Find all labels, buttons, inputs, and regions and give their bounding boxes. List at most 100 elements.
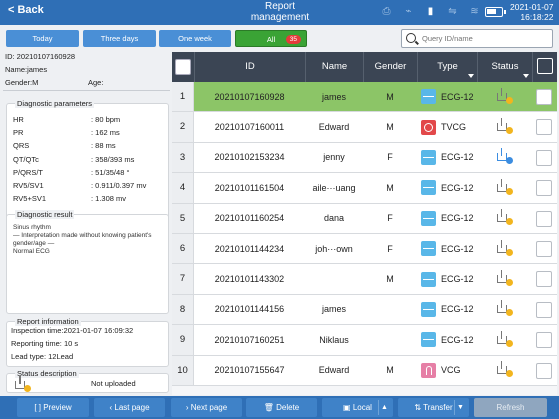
filter-one-week-button[interactable]: One week xyxy=(159,30,231,47)
column-header-status[interactable]: Status xyxy=(477,52,532,82)
lead-type: Lead type: 12Lead xyxy=(11,352,74,361)
chevron-left-icon: < xyxy=(8,4,15,16)
table-row[interactable]: 9 20210107160251 Niklaus ECG-12 xyxy=(172,325,557,356)
cell-id: 20210101143302 xyxy=(214,274,285,285)
datetime: 2021-01-07 16:18:22 xyxy=(510,2,553,22)
network-icon: ⇋ xyxy=(448,6,457,17)
divider xyxy=(3,90,170,91)
time-text: 16:18:22 xyxy=(520,12,554,22)
search-box[interactable] xyxy=(401,29,553,48)
filter-three-days-button[interactable]: Three days xyxy=(83,30,156,47)
ecg-type-icon xyxy=(421,301,436,317)
transfer-button[interactable]: ⇅ Transfer ▼ xyxy=(398,398,469,417)
diagnostic-result-text: Sinus rhythm — Interpretation made witho… xyxy=(13,224,152,255)
row-number: 9 xyxy=(172,325,194,355)
column-header-id[interactable]: ID xyxy=(194,52,305,82)
cell-gender: M xyxy=(386,365,394,376)
column-header-name[interactable]: Name xyxy=(305,52,363,82)
ecg-type-icon xyxy=(421,89,436,105)
search-input[interactable] xyxy=(422,32,550,45)
table-row[interactable]: 2 20210107160011 Edward M TVCG xyxy=(172,112,557,143)
row-number: 3 xyxy=(172,142,194,173)
header-checkbox[interactable] xyxy=(537,58,553,74)
cell-name: aile···uang xyxy=(312,182,356,193)
report-table: ID Name Gender Type Status 1 202101071609… xyxy=(172,52,557,395)
ecg-type-icon xyxy=(421,149,436,165)
cell-type: ECG-12 xyxy=(417,143,477,172)
filter-all-button[interactable]: All 35 xyxy=(235,30,307,47)
bottom-toolbar: [ ] Preview ‹ Last page › Next page 🗑 De… xyxy=(0,396,559,419)
cell-id: 20210107160251 xyxy=(214,334,285,345)
chevron-down-icon[interactable]: ▼ xyxy=(454,400,466,415)
cell-gender: M xyxy=(386,122,394,133)
type-label: TVCG xyxy=(441,122,467,133)
preview-icon: [ ] xyxy=(34,403,41,412)
refresh-button[interactable]: Refresh xyxy=(474,398,547,417)
param-label: HR xyxy=(13,115,24,124)
next-page-button[interactable]: › Next page xyxy=(171,398,242,417)
cell-status xyxy=(477,143,532,172)
scrollbar[interactable] xyxy=(549,82,553,382)
diagnostic-result-legend: Diagnostic result xyxy=(15,210,75,219)
cell-id: 20210107160928 xyxy=(214,91,285,102)
cell-gender: F xyxy=(387,152,393,163)
upload-pending-icon xyxy=(496,209,513,226)
row-number: 1 xyxy=(172,82,194,112)
param-label: PR xyxy=(13,128,24,137)
cell-name: joh···own xyxy=(315,243,353,254)
param-value: : 0.911/0.397 mv xyxy=(91,181,147,190)
cell-name: james xyxy=(321,304,346,315)
status-description-box: Status description Not uploaded xyxy=(6,369,169,393)
select-all-checkbox[interactable] xyxy=(175,59,191,75)
cell-type: ECG-12 xyxy=(417,264,477,293)
row-number: 2 xyxy=(172,112,194,142)
ecg-type-icon xyxy=(421,332,436,348)
column-header-gender[interactable]: Gender xyxy=(363,52,417,82)
table-row[interactable]: 6 20210101144234 joh···own F ECG-12 xyxy=(172,234,557,265)
chevron-up-icon[interactable]: ▲ xyxy=(378,400,390,415)
column-header-type[interactable]: Type xyxy=(417,52,477,82)
filter-all-label: All xyxy=(266,35,276,44)
printer-icon: ⎙ xyxy=(382,6,391,17)
preview-button[interactable]: [ ] Preview xyxy=(17,398,89,417)
last-page-button[interactable]: ‹ Last page xyxy=(94,398,165,417)
table-row[interactable]: 3 20210102153234 jenny F ECG-12 xyxy=(172,142,557,174)
patient-name: Name:james xyxy=(5,65,48,74)
row-number: 7 xyxy=(172,264,194,294)
cell-gender: M xyxy=(386,274,394,285)
upload-pending-icon xyxy=(496,361,513,378)
diagnostic-parameters-legend: Diagnostic parameters xyxy=(15,99,95,108)
param-value: : 80 bpm xyxy=(91,115,121,124)
ecg-type-icon xyxy=(421,241,436,257)
local-button[interactable]: ▣ Local ▲ xyxy=(322,398,393,417)
back-button[interactable]: < Back xyxy=(8,4,44,16)
cell-name: jenny xyxy=(323,152,345,163)
cell-id: 20210102153234 xyxy=(214,152,285,163)
cell-status xyxy=(477,325,532,354)
table-row[interactable]: 4 20210101161504 aile···uang M ECG-12 xyxy=(172,173,557,204)
param-value: : 1.308 mv xyxy=(91,194,127,203)
date-text: 2021-01-07 xyxy=(510,2,554,12)
table-row[interactable]: 8 20210101144156 james ECG-12 xyxy=(172,294,557,326)
filter-today-button[interactable]: Today xyxy=(6,30,79,47)
table-row[interactable]: 10 20210107155647 Edward M VCG xyxy=(172,355,557,386)
column-header-select xyxy=(532,52,557,82)
report-info-box: Report information Inspection time:2021-… xyxy=(6,317,169,367)
chevron-left-icon: ‹ xyxy=(109,403,113,412)
report-info-legend: Report information xyxy=(15,317,81,326)
param-label: QT/QTc xyxy=(13,155,39,164)
ecg-type-icon xyxy=(421,210,436,226)
table-row[interactable]: 1 20210107160928 james M ECG-12 xyxy=(172,82,557,113)
table-row[interactable]: 5 20210101160254 dana F ECG-12 xyxy=(172,203,557,234)
row-number: 10 xyxy=(172,355,194,385)
delete-button[interactable]: 🗑 Delete xyxy=(246,398,317,417)
param-label: RV5+SV1 xyxy=(13,194,47,203)
param-label: QRS xyxy=(13,141,30,150)
cell-gender: M xyxy=(386,182,394,193)
cell-type: TVCG xyxy=(417,112,477,141)
table-row[interactable]: 7 20210101143302 M ECG-12 xyxy=(172,264,557,295)
row-number: 8 xyxy=(172,294,194,325)
inspection-time: Inspection time:2021-01-07 16:09:32 xyxy=(11,326,134,335)
usb-icon: ⌁ xyxy=(405,6,412,17)
type-label: ECG-12 xyxy=(441,243,474,254)
